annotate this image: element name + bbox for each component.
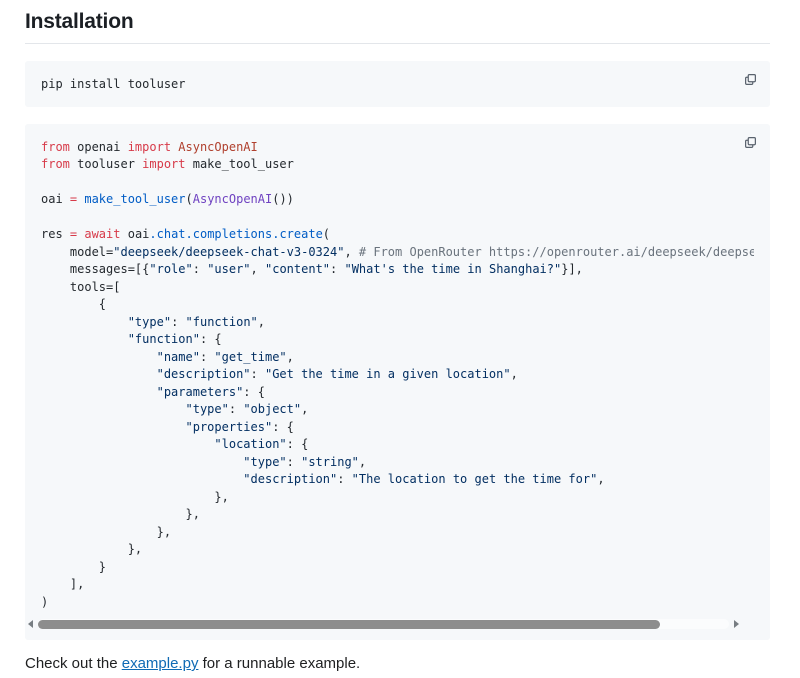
example-link[interactable]: example.py <box>122 655 199 672</box>
page-title: Installation <box>25 10 770 44</box>
copy-button[interactable] <box>741 70 760 89</box>
doc-page: Installation pip install tooluser from o… <box>0 0 800 672</box>
scrollbar-right-arrow-icon[interactable] <box>734 620 739 628</box>
copy-button[interactable] <box>741 133 760 152</box>
scrollbar-left-arrow-icon[interactable] <box>28 620 33 628</box>
code-content-example: from openai import AsyncOpenAIfrom toolu… <box>41 139 754 612</box>
code-block-example: from openai import AsyncOpenAIfrom toolu… <box>25 124 770 641</box>
scrollbar-track[interactable] <box>38 619 729 629</box>
footer-suffix: for a runnable example. <box>198 655 360 672</box>
scrollbar-thumb[interactable] <box>38 620 660 629</box>
copy-icon <box>743 75 758 90</box>
code-block-install: pip install tooluser <box>25 61 770 107</box>
copy-icon <box>743 138 758 153</box>
footer-text: Check out the example.py for a runnable … <box>25 655 770 672</box>
horizontal-scrollbar[interactable] <box>28 617 767 631</box>
footer-prefix: Check out the <box>25 655 122 672</box>
code-content-install: pip install tooluser <box>41 76 754 94</box>
